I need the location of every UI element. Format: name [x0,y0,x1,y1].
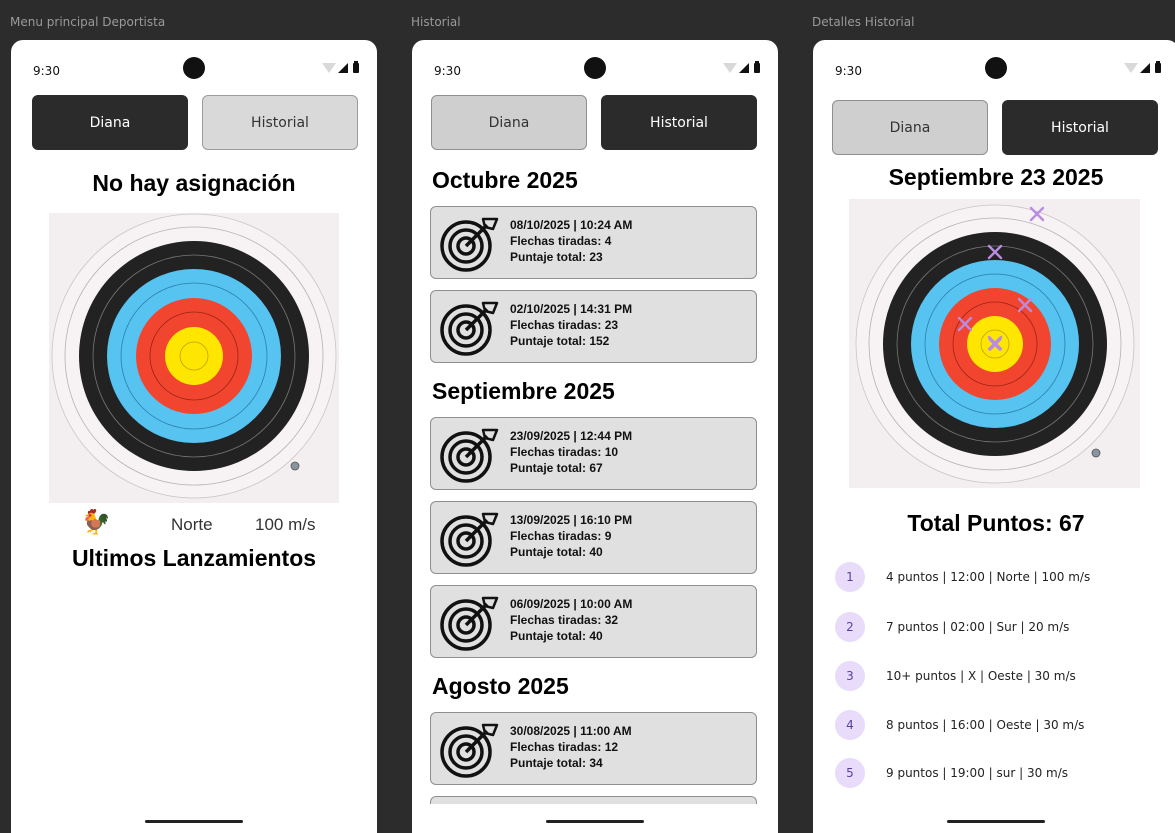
month-heading: Septiembre 2025 [432,378,615,404]
session-datetime: 06/09/2025 | 10:00 AM [510,597,633,611]
bullseye-arrow-icon [440,512,499,567]
wifi-icon [723,63,737,73]
tab-diana[interactable]: Diana [32,95,188,150]
wifi-icon [1124,63,1138,73]
phone-historial: 9:30 Diana Historial Octubre 2025 08/10/… [412,40,778,833]
shot-number-badge: 2 [835,612,865,642]
wind-direction: Norte [171,515,213,534]
home-indicator[interactable] [145,820,243,823]
phone-detalles-historial: 9:30 Diana Historial Septiembre 23 2025 [813,40,1175,833]
session-arrows: Flechas tiradas: 32 [510,613,619,627]
session-arrows: Flechas tiradas: 9 [510,529,612,543]
session-datetime: 23/09/2025 | 12:44 PM [510,429,633,443]
page-title: Septiembre 23 2025 [888,164,1104,190]
session-score: Puntaje total: 67 [510,461,603,475]
session-arrows: Flechas tiradas: 10 [510,445,619,459]
status-icons [723,61,760,73]
status-bar: 9:30 [813,40,1175,100]
phone-menu-principal: 9:30 Diana Historial No hay asignación 🐓… [11,40,377,833]
bullseye-arrow-icon [440,596,499,651]
shot-detail: 9 puntos | 19:00 | sur | 30 m/s [886,766,1069,780]
battery-icon [353,61,359,73]
month-heading: Agosto 2025 [432,673,569,699]
signal-icon [739,63,749,73]
tab-historial[interactable]: Historial [601,95,757,150]
camera-cutout [584,57,606,79]
rooster-weathervane-icon: 🐓 [81,509,111,536]
session-arrows: Flechas tiradas: 23 [510,318,619,332]
battery-icon [754,61,760,73]
total-points: Total Puntos: 67 [907,510,1085,536]
history-session-card-partial[interactable] [430,796,757,804]
archery-target-image [49,213,339,503]
status-time: 9:30 [835,64,862,78]
archery-target-icon [51,213,337,499]
shot-detail: 4 puntos | 12:00 | Norte | 100 m/s [886,570,1091,584]
status-icons [1124,61,1161,73]
history-session-card[interactable]: 06/09/2025 | 10:00 AM Flechas tiradas: 3… [430,585,757,658]
shot-number-badge: 5 [835,758,865,788]
session-datetime: 08/10/2025 | 10:24 AM [510,218,633,232]
bullseye-arrow-icon [440,723,499,778]
shot-detail: 8 puntos | 16:00 | Oeste | 30 m/s [886,718,1085,732]
status-time: 9:30 [33,64,60,78]
shot-number-badge: 3 [835,661,865,691]
shot-detail: 10+ puntos | X | Oeste | 30 m/s [886,669,1076,683]
frame-label-menu: Menu principal Deportista [10,15,166,29]
camera-cutout [985,57,1007,79]
session-datetime: 30/08/2025 | 11:00 AM [510,724,632,738]
month-heading: Octubre 2025 [432,167,578,193]
bullseye-arrow-icon [440,301,499,356]
archery-target-with-hits [849,199,1140,488]
shot-detail: 7 puntos | 02:00 | Sur | 20 m/s [886,620,1070,634]
shot-number-badge: 1 [835,562,865,592]
status-time: 9:30 [434,64,461,78]
history-session-card[interactable]: 23/09/2025 | 12:44 PM Flechas tiradas: 1… [430,417,757,490]
bullseye-arrow-icon [440,217,499,272]
status-bar: 9:30 [412,40,778,100]
history-session-card[interactable]: 13/09/2025 | 16:10 PM Flechas tiradas: 9… [430,501,757,574]
history-session-card[interactable]: 02/10/2025 | 14:31 PM Flechas tiradas: 2… [430,290,757,363]
session-datetime: 02/10/2025 | 14:31 PM [510,302,633,316]
frame-label-history: Historial [411,15,461,29]
session-score: Puntaje total: 40 [510,545,603,559]
session-score: Puntaje total: 34 [510,756,603,770]
home-indicator[interactable] [546,820,644,823]
wifi-icon [322,63,336,73]
history-session-card[interactable]: 08/10/2025 | 10:24 AM Flechas tiradas: 4… [430,206,757,279]
tab-historial[interactable]: Historial [202,95,358,150]
signal-icon [338,63,348,73]
wind-speed: 100 m/s [255,515,316,534]
camera-cutout [183,57,205,79]
status-icons [322,61,359,73]
session-score: Puntaje total: 152 [510,334,610,348]
tab-diana[interactable]: Diana [431,95,587,150]
page-title: No hay asignación [92,170,296,196]
wind-info: 🐓 Norte 100 m/s [11,509,377,540]
frame-label-details: Detalles Historial [812,15,915,29]
tab-historial[interactable]: Historial [1002,100,1158,155]
home-indicator[interactable] [947,820,1045,823]
session-datetime: 13/09/2025 | 16:10 PM [510,513,633,527]
session-arrows: Flechas tiradas: 12 [510,740,619,754]
tab-diana[interactable]: Diana [832,100,988,155]
status-bar: 9:30 [11,40,377,100]
bullseye-arrow-icon [440,428,499,483]
session-score: Puntaje total: 40 [510,629,603,643]
session-score: Puntaje total: 23 [510,250,603,264]
section-heading-last-throws: Ultimos Lanzamientos [71,545,317,571]
history-session-card[interactable]: 30/08/2025 | 11:00 AM Flechas tiradas: 1… [430,712,757,785]
session-arrows: Flechas tiradas: 4 [510,234,612,248]
signal-icon [1140,63,1150,73]
archery-target-icon [855,204,1135,484]
shot-number-badge: 4 [835,710,865,740]
battery-icon [1155,61,1161,73]
